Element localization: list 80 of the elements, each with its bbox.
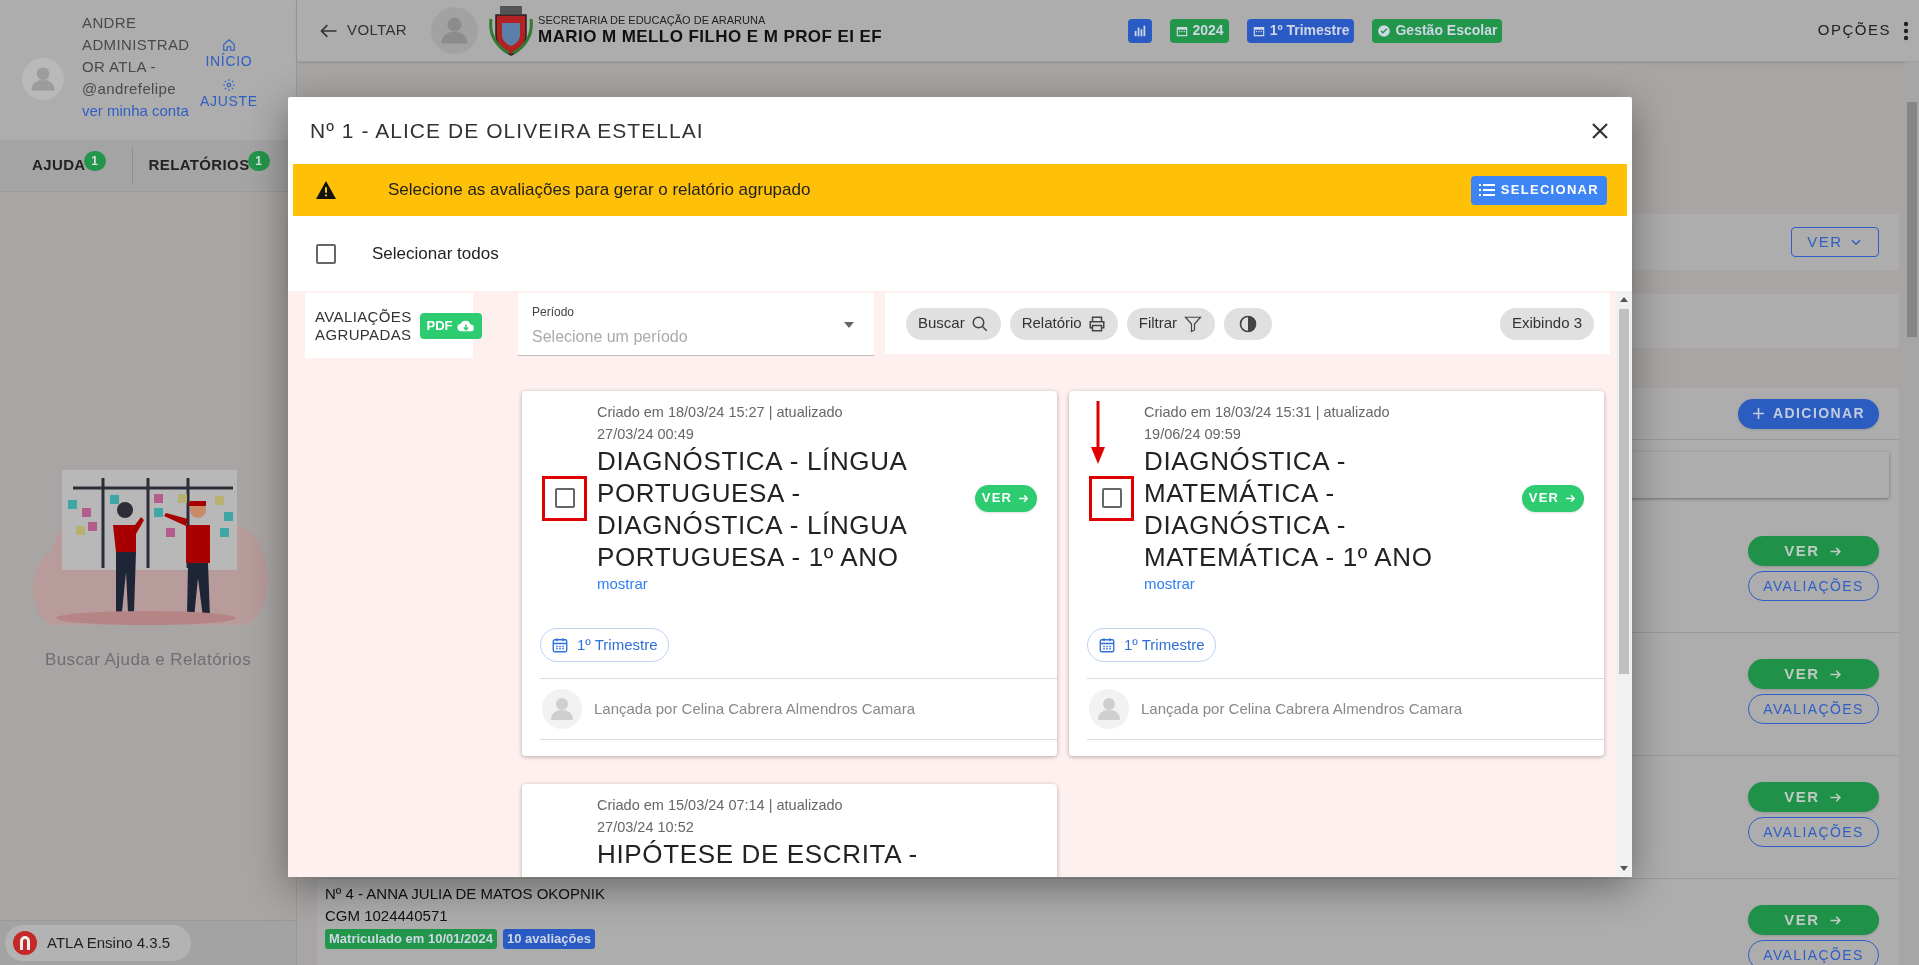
card-timestamp: Criado em 18/03/24 15:31 | atualizado 19/06/24 09:59	[1144, 403, 1391, 444]
version-text: ATLA Ensino 4.3.5	[47, 932, 171, 953]
header-badge: 1º Trimestre	[1246, 18, 1355, 43]
contrast-button[interactable]	[1224, 307, 1273, 340]
alert-message: Selecione as avaliações para gerar o relatório agrupado	[388, 179, 811, 202]
shortcut-link[interactable]: INÍCIO	[205, 38, 253, 68]
sidebar-tab[interactable]: RELATÓRIOS	[148, 154, 250, 177]
card-title: HIPÓTESE DE ESCRITA -	[597, 838, 919, 870]
contrast-icon	[1238, 313, 1259, 334]
sidebar-tab[interactable]: AJUDA	[32, 154, 86, 177]
back-button[interactable]: VOLTAR	[319, 19, 408, 42]
modal-title: Nº 1 - ALICE DE OLIVEIRA ESTELLAI	[310, 117, 704, 144]
bar-chart-icon	[1132, 23, 1147, 38]
student-name: Nº 4 - ANNA JULIA DE MATOS OKOPNIK	[325, 884, 605, 904]
author-avatar	[542, 689, 582, 729]
pdf-button[interactable]: PDF	[419, 312, 482, 339]
school-name: MARIO M MELLO FILHO E M PROF EI EF	[538, 27, 883, 47]
toolbar-button[interactable]: Buscar	[906, 307, 1001, 340]
check-circle-icon	[1377, 23, 1392, 38]
status-tag: 10 avaliações	[503, 929, 595, 949]
period-select[interactable]: Período Selecione um período	[518, 293, 874, 356]
printer-icon	[1087, 314, 1106, 333]
crest-logo	[488, 4, 535, 57]
status-tag: Matriculado em 10/01/2024	[325, 929, 498, 949]
select-all-checkbox[interactable]	[316, 243, 336, 264]
expand-button[interactable]: VER	[1791, 227, 1879, 257]
options-button[interactable]: OPÇÕES	[1817, 19, 1909, 42]
card-title: DIAGNÓSTICA - MATEMÁTICA - DIAGNÓSTICA - MATEMÁTICA - 1º ANO	[1144, 445, 1434, 573]
cloud-download-icon	[456, 318, 475, 333]
calendar-icon	[551, 636, 569, 654]
view-button[interactable]: VER	[975, 484, 1037, 512]
empty-state-text: Buscar Ajuda e Relatórios	[44, 649, 252, 671]
shortcut-link[interactable]: AJUSTE	[200, 78, 258, 108]
view-button[interactable]: VER	[1748, 536, 1879, 566]
close-icon	[1592, 122, 1608, 139]
card-timestamp: Criado em 18/03/24 15:27 | atualizado 27/03/24 00:49	[597, 403, 844, 444]
organization-name: SECRETARIA DE EDUCAÇÃO DE ARARUNA	[538, 14, 767, 27]
search-icon	[970, 314, 989, 333]
school-avatar	[431, 7, 479, 54]
view-button[interactable]: VER	[1748, 905, 1879, 935]
chart-badge[interactable]	[1127, 18, 1152, 43]
select-button[interactable]: SELECIONAR	[1470, 175, 1607, 205]
user-avatar	[22, 58, 64, 100]
filter-icon	[1183, 314, 1204, 333]
card-title: DIAGNÓSTICA - LÍNGUA PORTUGUESA - DIAGNÓSTICA - LÍNGUA PORTUGUESA - 1º ANO	[597, 445, 908, 573]
header-badge: Gestão Escolar	[1372, 18, 1503, 43]
card-timestamp: Criado em 15/03/24 07:14 | atualizado 27/03/24 10:52	[597, 796, 844, 837]
result-count: Exibindo 3	[1499, 307, 1594, 340]
view-button[interactable]: VER	[1748, 659, 1879, 689]
app-logo	[13, 931, 37, 955]
modal-scrollbar[interactable]	[1616, 291, 1632, 877]
toolbar-button[interactable]: Filtrar	[1126, 307, 1216, 340]
author-avatar	[1089, 689, 1129, 729]
warning-icon	[315, 180, 337, 200]
author-text: Lançada por Celina Cabrera Almendros Camara	[1141, 698, 1462, 719]
grouped-label: AVALIAÇÕES AGRUPADAS	[315, 307, 412, 344]
plus-icon	[1752, 407, 1766, 420]
card-checkbox[interactable]	[554, 488, 575, 508]
view-button[interactable]: VER	[1748, 782, 1879, 812]
toolbar-button[interactable]: Relatório	[1009, 307, 1118, 340]
settings-icon	[221, 78, 236, 92]
select-all-label: Selecionar todos	[372, 242, 499, 265]
scroll-up-icon[interactable]	[1620, 297, 1628, 302]
card-checkbox[interactable]	[1101, 488, 1122, 508]
list-icon	[1478, 183, 1495, 197]
scroll-down-icon[interactable]	[1620, 866, 1628, 871]
header-badge: 2024	[1169, 18, 1229, 43]
user-name: ANDRE ADMINISTRADOR ATLA - @andrefelipe	[82, 13, 191, 99]
dropdown-arrow-icon	[844, 322, 854, 328]
more-vertical-icon	[1903, 20, 1909, 41]
close-button[interactable]	[1590, 120, 1610, 141]
home-icon	[221, 38, 236, 52]
view-button[interactable]: VER	[1522, 484, 1584, 512]
add-button[interactable]: ADICIONAR	[1738, 398, 1879, 429]
author-text: Lançada por Celina Cabrera Almendros Camara	[594, 698, 915, 719]
account-link[interactable]: ver minha conta	[82, 100, 198, 122]
student-cgm: CGM 1024440571	[325, 906, 449, 926]
show-more-link[interactable]: mostrar	[597, 573, 969, 595]
show-more-link[interactable]: mostrar	[1144, 573, 1516, 595]
calendar-icon	[1098, 636, 1116, 654]
